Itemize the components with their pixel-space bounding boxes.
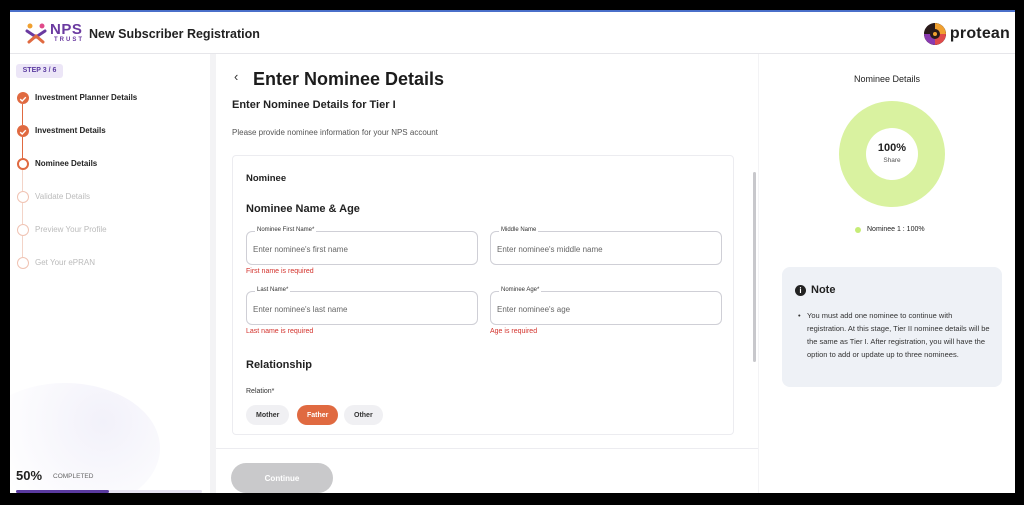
logo-subtext: TRUST (54, 37, 84, 43)
step-connector (22, 236, 23, 257)
step-connector (22, 203, 23, 224)
step-label: Investment Details (35, 126, 106, 135)
step-label: Nominee Details (35, 159, 98, 168)
donut-percent: 100% (877, 142, 907, 154)
step-list: Investment Planner Details Investment De… (16, 92, 206, 290)
age-error: Age is required (490, 328, 538, 335)
check-icon (17, 125, 29, 137)
progress-fill (16, 490, 109, 493)
step-label: Preview Your Profile (35, 225, 107, 234)
pending-step-icon (17, 224, 29, 236)
step-validate-details: Validate Details (16, 191, 206, 224)
bullet-icon: • (798, 311, 801, 320)
last-name-input[interactable] (253, 302, 471, 316)
donut-legend: Nominee 1 : 100% (855, 226, 925, 233)
middle-name-input[interactable] (497, 242, 715, 256)
form-footer: Continue (216, 448, 758, 493)
last-name-field: Last Name* (246, 287, 478, 325)
app-header: NPS TRUST New Subscriber Registration pr… (10, 12, 1015, 54)
age-input[interactable] (497, 302, 715, 316)
progress-bar (16, 490, 202, 493)
step-investment-planner[interactable]: Investment Planner Details (16, 92, 206, 125)
legend-label: Nominee 1 : 100% (867, 226, 925, 233)
progress-percent: 50% (16, 468, 43, 483)
note-box: i Note • You must add one nominee to con… (782, 267, 1002, 387)
step-get-epran: Get Your ePRAN (16, 257, 206, 290)
share-donut-chart: 100% Share (839, 101, 945, 207)
middle-name-field: Middle Name (490, 227, 722, 265)
protean-brand[interactable]: protean (923, 22, 1010, 46)
main-panel: ‹ Enter Nominee Details Enter Nominee De… (216, 54, 758, 493)
page-title: Enter Nominee Details (253, 69, 445, 89)
note-title: Note (811, 284, 836, 296)
step-nominee-details[interactable]: Nominee Details (16, 158, 206, 191)
step-label: Validate Details (35, 192, 90, 201)
progress-label: COMPLETED (53, 473, 94, 480)
step-preview-profile: Preview Your Profile (16, 224, 206, 257)
age-label: Nominee Age* (499, 287, 542, 293)
form-description: Please provide nominee information for y… (232, 128, 438, 137)
relation-chip-father[interactable]: Father (297, 405, 339, 425)
relation-chip-other[interactable]: Other (344, 405, 383, 425)
first-name-label: Nominee First Name* (255, 227, 317, 233)
logo-text: NPS (50, 21, 83, 38)
last-name-error: Last name is required (246, 328, 314, 335)
relation-chip-mother[interactable]: Mother (246, 405, 290, 425)
section-relationship: Relationship (246, 359, 313, 371)
protean-logo-icon (923, 23, 946, 45)
card-heading: Nominee (246, 173, 287, 184)
step-badge: STEP 3 / 6 (16, 64, 63, 78)
check-icon (17, 92, 29, 104)
current-step-icon (17, 158, 29, 170)
step-connector (22, 137, 23, 158)
nps-logo-icon (25, 23, 47, 44)
pending-step-icon (17, 191, 29, 203)
steps-sidebar: STEP 3 / 6 Investment Planner Details In… (10, 54, 210, 493)
pending-step-icon (17, 257, 29, 269)
last-name-label: Last Name* (255, 287, 291, 293)
donut-label: Share (883, 157, 901, 164)
app-frame: NPS TRUST New Subscriber Registration pr… (10, 10, 1015, 493)
brand-name: protean (949, 25, 1010, 42)
first-name-error: First name is required (246, 268, 314, 275)
relation-label: Relation* (246, 388, 275, 395)
note-text: You must add one nominee to continue wit… (807, 311, 990, 359)
age-field: Nominee Age* (490, 287, 722, 325)
section-name-age: Nominee Name & Age (246, 203, 360, 215)
nominee-summary-panel: Nominee Details 100% Share Nominee 1 : 1… (759, 54, 1015, 493)
step-connector (22, 170, 23, 191)
form-scrollbar[interactable] (753, 172, 756, 362)
info-icon: i (795, 285, 806, 296)
nps-logo[interactable]: NPS TRUST (24, 21, 84, 47)
first-name-input[interactable] (253, 242, 471, 256)
app-title: New Subscriber Registration (89, 27, 260, 41)
step-label: Investment Planner Details (35, 93, 138, 102)
summary-title: Nominee Details (853, 74, 921, 84)
step-connector (22, 104, 23, 125)
continue-button[interactable]: Continue (231, 463, 333, 493)
tier-subtitle: Enter Nominee Details for Tier I (232, 99, 396, 111)
note-body: • You must add one nominee to continue w… (798, 309, 990, 361)
step-investment-details[interactable]: Investment Details (16, 125, 206, 158)
donut-center: 100% Share (866, 128, 918, 180)
nominee-form-card: Nominee Nominee Name & Age Nominee First… (232, 155, 734, 435)
step-label: Get Your ePRAN (35, 258, 96, 267)
legend-swatch (855, 226, 861, 233)
chevron-left-icon[interactable]: ‹ (234, 69, 238, 84)
middle-name-label: Middle Name (499, 227, 539, 233)
first-name-field: Nominee First Name* (246, 227, 478, 265)
